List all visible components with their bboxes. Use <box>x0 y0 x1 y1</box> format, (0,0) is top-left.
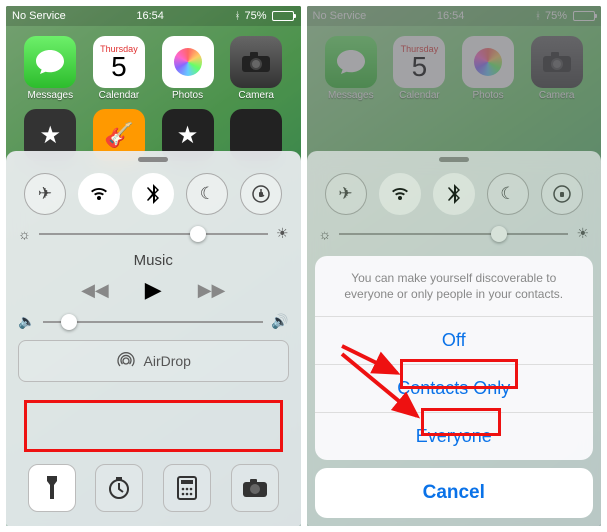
brightness-high-icon: ☀ <box>276 225 289 242</box>
volume-high-icon: 🔊 <box>271 313 288 330</box>
app-label: Camera <box>238 90 274 101</box>
phone-right: No Service 16:54 ᚼ 75% Messages Thursday… <box>307 6 602 526</box>
music-section: Music ◀◀ ▶ ▶▶ <box>18 252 289 303</box>
carrier-label: No Service <box>12 10 66 22</box>
music-title: Music <box>18 252 289 269</box>
wifi-toggle[interactable] <box>379 173 421 215</box>
phone-left: No Service 16:54 ᚼ 75% Messages Thursday… <box>6 6 301 526</box>
clock: 16:54 <box>136 10 164 22</box>
home-apps: Messages Thursday 5 Calendar Photos Came… <box>6 30 301 167</box>
app-messages[interactable]: Messages <box>18 36 83 101</box>
rewind-button[interactable]: ◀◀ <box>81 280 109 301</box>
airdrop-label: AirDrop <box>144 353 191 369</box>
cancel-button[interactable]: Cancel <box>315 468 594 518</box>
play-button[interactable]: ▶ <box>145 277 162 303</box>
volume-slider[interactable]: 🔈 🔊 <box>18 313 289 330</box>
battery-icon <box>272 11 294 21</box>
calendar-icon: Thursday 5 <box>93 36 145 88</box>
battery-pct: 75% <box>244 10 266 22</box>
option-off[interactable]: Off <box>315 316 594 364</box>
volume-low-icon: 🔈 <box>18 313 35 330</box>
photos-icon <box>162 36 214 88</box>
option-everyone[interactable]: Everyone <box>315 412 594 460</box>
app-label: Calendar <box>99 90 140 101</box>
control-center[interactable]: ✈ ☾ ☼ ☀ Music ◀◀ ▶ ▶▶ � <box>6 151 301 526</box>
rotation-lock-toggle[interactable] <box>541 173 583 215</box>
app-camera[interactable]: Camera <box>224 36 289 101</box>
brightness-slider[interactable]: ☼ ☀ <box>18 225 289 242</box>
bluetooth-toggle[interactable] <box>132 173 174 215</box>
forward-button[interactable]: ▶▶ <box>198 280 226 301</box>
quick-actions <box>18 464 289 518</box>
app-label: Photos <box>172 90 203 101</box>
airplane-toggle[interactable]: ✈ <box>325 173 367 215</box>
airdrop-icon <box>116 351 136 371</box>
timer-button[interactable] <box>95 464 143 512</box>
airdrop-button[interactable]: AirDrop <box>18 340 289 382</box>
flashlight-button[interactable] <box>28 464 76 512</box>
airplane-toggle[interactable]: ✈ <box>24 173 66 215</box>
camera-icon <box>230 36 282 88</box>
airdrop-action-sheet: You can make yourself discoverable to ev… <box>315 256 594 518</box>
app-photos[interactable]: Photos <box>155 36 220 101</box>
bluetooth-toggle[interactable] <box>433 173 475 215</box>
bluetooth-status-icon: ᚼ <box>234 11 240 22</box>
status-bar: No Service 16:54 ᚼ 75% <box>6 6 301 26</box>
app-label: Messages <box>28 90 74 101</box>
rotation-lock-toggle[interactable] <box>240 173 282 215</box>
sheet-message: You can make yourself discoverable to ev… <box>315 256 594 316</box>
dnd-toggle[interactable]: ☾ <box>186 173 228 215</box>
dnd-toggle[interactable]: ☾ <box>487 173 529 215</box>
wifi-toggle[interactable] <box>78 173 120 215</box>
messages-icon <box>24 36 76 88</box>
calculator-button[interactable] <box>163 464 211 512</box>
app-calendar[interactable]: Thursday 5 Calendar <box>87 36 152 101</box>
brightness-low-icon: ☼ <box>18 226 31 242</box>
toggle-row: ✈ ☾ <box>18 173 289 215</box>
option-contacts-only[interactable]: Contacts Only <box>315 364 594 412</box>
camera-button[interactable] <box>231 464 279 512</box>
calendar-day: 5 <box>111 54 127 80</box>
